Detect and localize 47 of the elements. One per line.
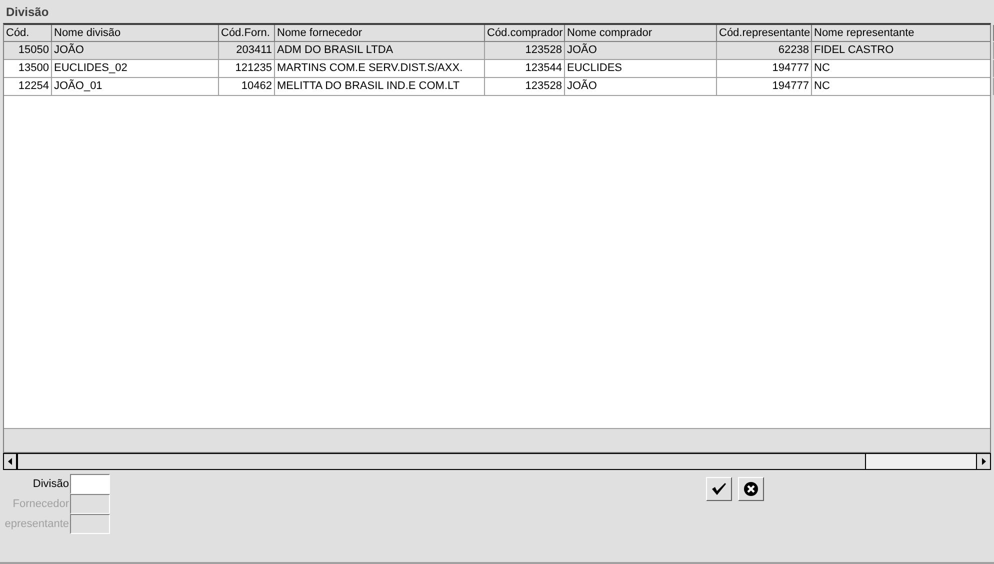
table-cell: 15050 <box>4 42 52 59</box>
checkmark-icon <box>711 482 727 496</box>
column-header[interactable]: Nome representante <box>812 25 994 41</box>
table-cell: 203411 <box>219 42 275 59</box>
column-header[interactable]: Cód.Forn. <box>219 25 275 41</box>
table-cell: JOÃO_01 <box>52 78 219 95</box>
scroll-right-button[interactable] <box>976 454 990 469</box>
confirm-button[interactable] <box>706 477 732 501</box>
table-cell: 62238 <box>717 42 812 59</box>
cancel-button[interactable] <box>738 477 764 501</box>
column-header[interactable]: Nome comprador <box>565 25 717 41</box>
left-arrow-icon <box>8 458 12 465</box>
panel-title: Divisão <box>6 4 49 20</box>
column-header[interactable]: Cód. <box>4 25 52 41</box>
table-cell: EUCLIDES <box>565 60 717 77</box>
table-cell: 123528 <box>485 78 565 95</box>
table-cell: FIDEL CASTRO <box>812 42 994 59</box>
table-cell: NC <box>812 78 994 95</box>
close-icon <box>744 482 758 496</box>
table-cell: 121235 <box>219 60 275 77</box>
table-cell: 123528 <box>485 42 565 59</box>
right-arrow-icon <box>982 458 986 465</box>
scroll-left-button[interactable] <box>4 454 18 469</box>
field-label: Divisão <box>32 476 70 492</box>
field-label: Fornecedor <box>12 496 70 512</box>
column-header[interactable]: Nome divisão <box>52 25 219 41</box>
table-cell: 194777 <box>717 60 812 77</box>
table-cell: EUCLIDES_02 <box>52 60 219 77</box>
table-cell: 10462 <box>219 78 275 95</box>
table-cell: 13500 <box>4 60 52 77</box>
column-header[interactable]: Nome fornecedor <box>275 25 485 41</box>
table-cell: 12254 <box>4 78 52 95</box>
table-cell: 194777 <box>717 78 812 95</box>
table-cell: JOÃO <box>565 78 717 95</box>
table-cell: NC <box>812 60 994 77</box>
input-field[interactable] <box>70 474 110 494</box>
table-cell: MARTINS COM.E SERV.DIST.S/AXX. <box>275 60 485 77</box>
column-header[interactable]: Cód.representante <box>717 25 812 41</box>
table-cell: JOÃO <box>52 42 219 59</box>
field-label: epresentante <box>4 516 70 532</box>
table-cell: ADM DO BRASIL LTDA <box>275 42 485 59</box>
scroll-thumb[interactable] <box>18 454 866 469</box>
table-cell: MELITTA DO BRASIL IND.E COM.LT <box>275 78 485 95</box>
column-header[interactable]: Cód.comprador <box>485 25 565 41</box>
horizontal-scrollbar[interactable] <box>3 453 991 470</box>
table-cell: 123544 <box>485 60 565 77</box>
table-cell: JOÃO <box>565 42 717 59</box>
